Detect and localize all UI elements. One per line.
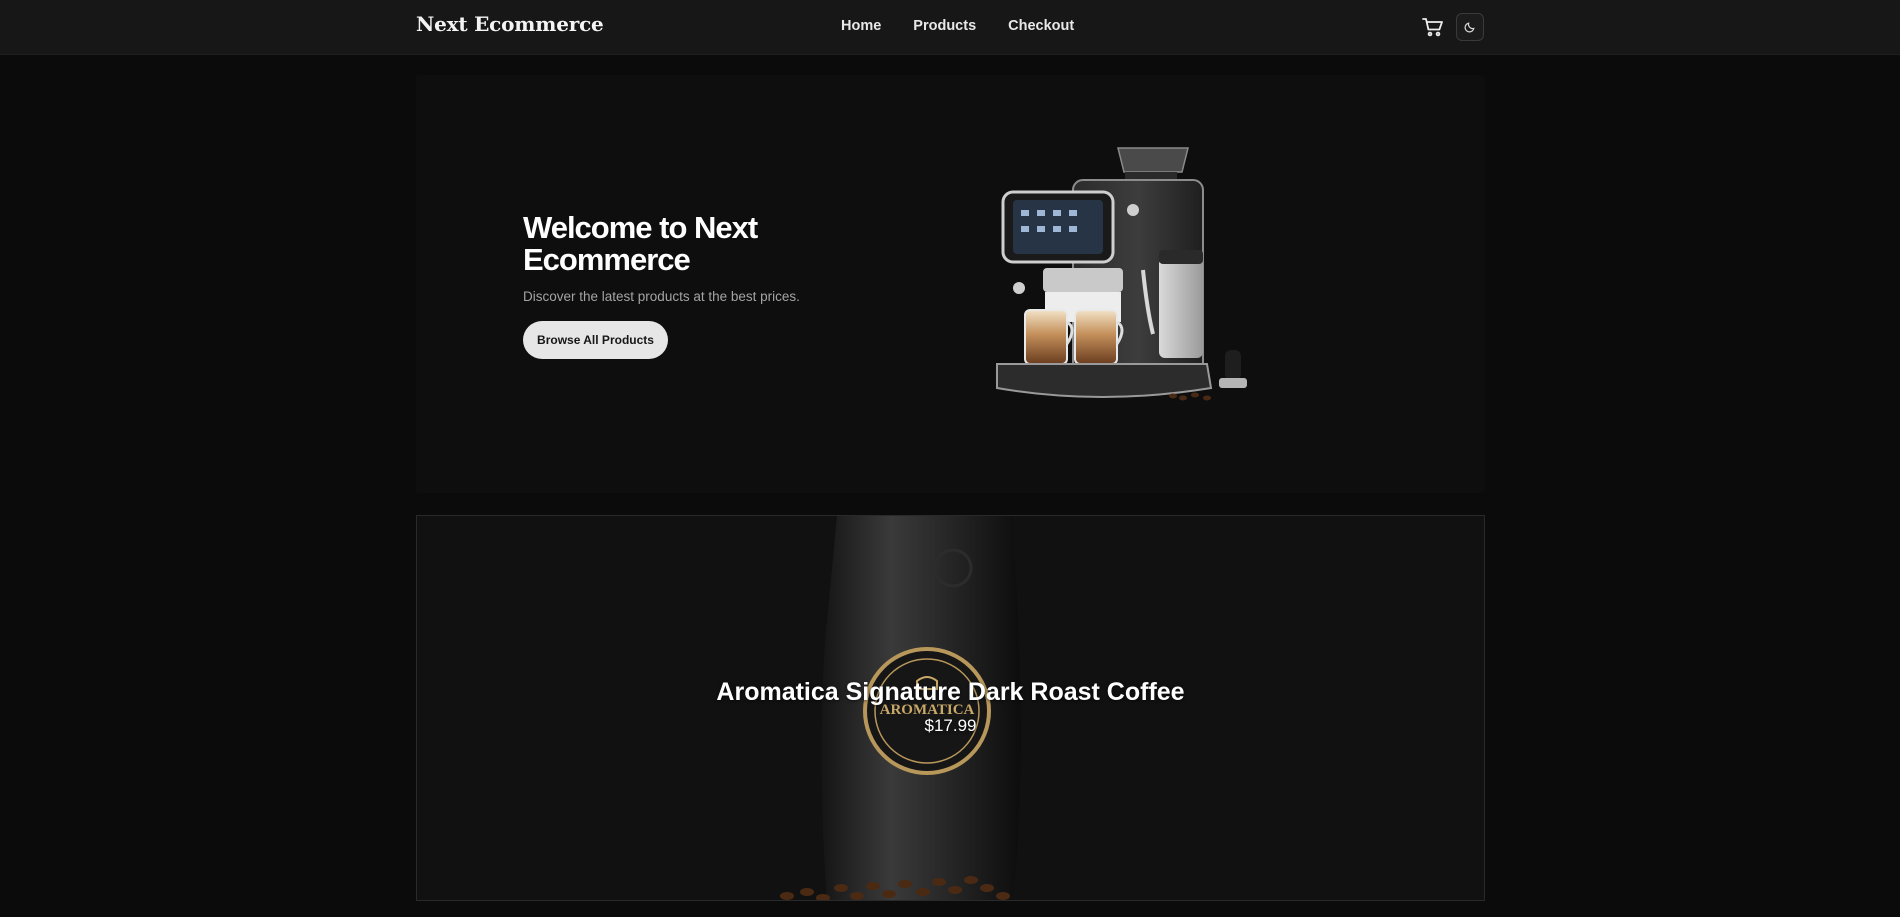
hero-title: Welcome to Next Ecommerce — [523, 210, 758, 277]
espresso-machine-image — [996, 147, 1247, 401]
browse-all-products-button[interactable]: Browse All Products — [523, 321, 668, 359]
hero-subtitle: Discover the latest products at the best… — [523, 289, 800, 304]
nav-home-link[interactable]: Home — [841, 18, 881, 34]
main-nav: Home Products Checkout — [841, 18, 1074, 34]
cart-icon[interactable] — [1422, 17, 1444, 37]
nav-checkout-link[interactable]: Checkout — [1008, 18, 1074, 34]
featured-product-name: Aromatica Signature Dark Roast Coffee — [716, 678, 1185, 706]
brand-logo[interactable]: Next Ecommerce — [416, 12, 604, 36]
coffee-bag-image: AROMATICA — [780, 516, 1021, 900]
navbar: Next Ecommerce Home Products Checkout — [0, 0, 1900, 54]
theme-toggle-button[interactable] — [1456, 13, 1484, 41]
featured-product-price: $17.99 — [924, 716, 977, 735]
hero-banner: Welcome to Next Ecommerce Discover the l… — [416, 75, 1485, 493]
nav-products-link[interactable]: Products — [913, 18, 976, 34]
featured-product-card[interactable]: AROMATICA Aromatica Signature Dark Roast… — [416, 515, 1485, 901]
moon-icon — [1464, 22, 1475, 33]
